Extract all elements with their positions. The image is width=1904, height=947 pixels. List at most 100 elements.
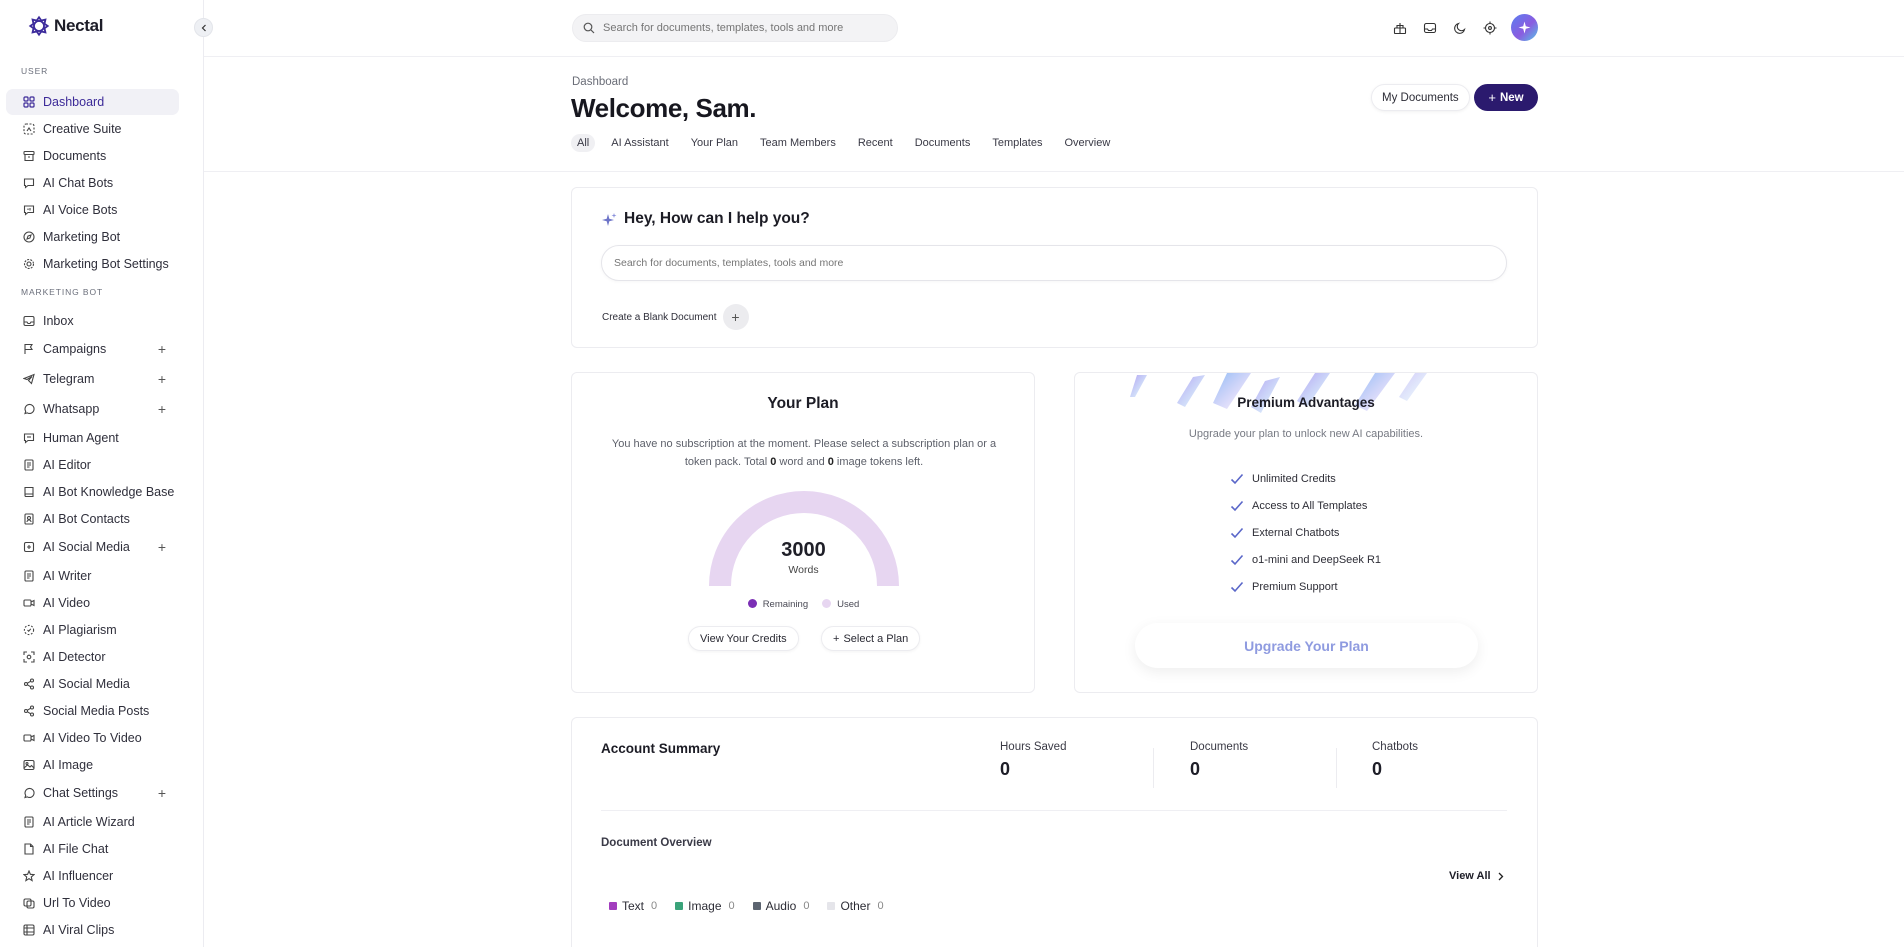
sidebar-item-ai-social-media-2[interactable]: AI Social Media [6, 671, 179, 697]
my-documents-button[interactable]: My Documents [1371, 84, 1470, 111]
view-credits-button[interactable]: View Your Credits [688, 626, 799, 651]
sidebar-item-ai-social-media[interactable]: AI Social Media + [6, 534, 179, 560]
account-divider [601, 810, 1507, 811]
breadcrumb[interactable]: Dashboard [572, 76, 628, 88]
document-icon [22, 570, 35, 583]
sidebar-item-label: AI Bot Knowledge Base [43, 485, 175, 499]
tab-all[interactable]: All [571, 134, 596, 152]
search-input[interactable] [603, 22, 883, 34]
list-item: Premium Support [1230, 573, 1381, 600]
sidebar-item-ai-bot-knowledge-base[interactable]: AI Bot Knowledge Base [6, 479, 179, 505]
sidebar-item-label: Marketing Bot [43, 230, 121, 244]
grid-icon [22, 96, 35, 109]
sidebar-item-ai-chat-bots[interactable]: AI Chat Bots [6, 170, 179, 196]
telegram-icon [22, 373, 35, 386]
sidebar-item-chat-settings[interactable]: Chat Settings + [6, 780, 179, 806]
tab-your-plan[interactable]: Your Plan [685, 134, 744, 152]
sidebar-item-ai-voice-bots[interactable]: AI Voice Bots [6, 197, 179, 223]
legend-other: Other 0 [827, 899, 884, 913]
app-name: Nectal [54, 16, 104, 35]
sidebar-item-ai-detector[interactable]: AI Detector [6, 644, 179, 670]
sidebar-item-ai-writer[interactable]: AI Writer [6, 563, 179, 589]
sidebar-item-human-agent[interactable]: Human Agent [6, 425, 179, 451]
sidebar-item-marketing-bot-settings[interactable]: Marketing Bot Settings [6, 251, 179, 277]
chevron-right-icon [1498, 872, 1503, 880]
mail-icon [1423, 22, 1436, 33]
file-chat-icon [22, 843, 35, 856]
affiliate-button[interactable] [1391, 19, 1408, 36]
sidebar-item-ai-bot-contacts[interactable]: AI Bot Contacts [6, 506, 179, 532]
sidebar-item-url-to-video[interactable]: Url To Video [6, 890, 179, 916]
inbox-button[interactable] [1421, 19, 1438, 36]
stat-value: 0 [1000, 759, 1011, 779]
sparkles-icon [602, 213, 617, 226]
tab-overview[interactable]: Overview [1058, 134, 1116, 152]
sparkle-icon [1518, 21, 1531, 34]
share-icon [22, 541, 35, 554]
focus-button[interactable] [1481, 19, 1498, 36]
sidebar-item-ai-image[interactable]: AI Image [6, 752, 179, 778]
stat-divider [1336, 748, 1337, 788]
upgrade-plan-button[interactable]: Upgrade Your Plan [1135, 623, 1478, 668]
sidebar-item-ai-plagiarism[interactable]: AI Plagiarism [6, 617, 179, 643]
filter-tabs: All AI Assistant Your Plan Team Members … [571, 134, 1126, 152]
sidebar-item-telegram[interactable]: Telegram + [6, 366, 179, 392]
tab-ai-assistant[interactable]: AI Assistant [605, 134, 674, 152]
share-icon [22, 678, 35, 691]
video-icon [22, 732, 35, 745]
select-plan-button[interactable]: + Select a Plan [821, 626, 921, 651]
dark-mode-toggle[interactable] [1451, 19, 1468, 36]
sidebar-item-ai-file-chat[interactable]: AI File Chat [6, 836, 179, 862]
legend-remaining: Remaining [747, 599, 808, 610]
sidebar-item-label: AI Article Wizard [43, 815, 135, 829]
sidebar-item-label: AI Viral Clips [43, 923, 115, 937]
sidebar-item-ai-influencer[interactable]: AI Influencer [6, 863, 179, 889]
tab-documents[interactable]: Documents [909, 134, 977, 152]
sidebar-item-ai-editor[interactable]: AI Editor [6, 452, 179, 478]
sidebar-item-social-media-posts[interactable]: Social Media Posts [6, 698, 179, 724]
premium-feature-list: Unlimited Credits Access to All Template… [1230, 465, 1381, 600]
expand-plus-icon[interactable]: + [158, 401, 166, 417]
tab-team-members[interactable]: Team Members [754, 134, 842, 152]
expand-plus-icon[interactable]: + [158, 371, 166, 387]
sidebar-item-dashboard[interactable]: Dashboard [6, 89, 179, 115]
collapse-sidebar-button[interactable] [194, 18, 213, 37]
check-icon [1230, 527, 1244, 538]
sidebar-item-ai-video[interactable]: AI Video [6, 590, 179, 616]
sidebar-item-label: AI Influencer [43, 869, 114, 883]
sidebar-item-documents[interactable]: Documents [6, 143, 179, 169]
new-button[interactable]: + New [1474, 84, 1538, 111]
sidebar: Nectal USER Dashboard Creative Suite Doc… [0, 0, 204, 947]
sidebar-item-label: Campaigns [43, 342, 107, 356]
app-logo[interactable]: Nectal [28, 15, 104, 37]
sidebar-item-label: AI Bot Contacts [43, 512, 130, 526]
tab-templates[interactable]: Templates [986, 134, 1048, 152]
sidebar-item-campaigns[interactable]: Campaigns + [6, 336, 179, 362]
sidebar-item-ai-video-to-video[interactable]: AI Video To Video [6, 725, 179, 751]
user-avatar[interactable] [1511, 14, 1538, 41]
tab-recent[interactable]: Recent [852, 134, 899, 152]
global-search[interactable] [572, 14, 898, 42]
expand-plus-icon[interactable]: + [158, 341, 166, 357]
contacts-icon [22, 513, 35, 526]
gauge-legend: Remaining Used [572, 599, 1034, 610]
legend-text: Text 0 [609, 899, 657, 913]
sidebar-item-whatsapp[interactable]: Whatsapp + [6, 396, 179, 422]
check-icon [1230, 500, 1244, 511]
sidebar-item-ai-viral-clips[interactable]: AI Viral Clips [6, 917, 179, 943]
expand-plus-icon[interactable]: + [158, 785, 166, 801]
sidebar-item-creative-suite[interactable]: Creative Suite [6, 116, 179, 142]
expand-plus-icon[interactable]: + [158, 539, 166, 555]
sidebar-item-label: AI Editor [43, 458, 91, 472]
document-icon [22, 816, 35, 829]
whatsapp-icon [22, 403, 35, 416]
scan-icon [22, 651, 35, 664]
sidebar-item-marketing-bot[interactable]: Marketing Bot [6, 224, 179, 250]
sidebar-item-inbox[interactable]: Inbox [6, 308, 179, 334]
page-title: Welcome, Sam. [571, 93, 757, 123]
sidebar-item-ai-article-wizard[interactable]: AI Article Wizard [6, 809, 179, 835]
sidebar-item-label: AI Writer [43, 569, 92, 583]
create-blank-document-button[interactable]: Create a Blank Document + [602, 304, 749, 330]
view-all-link[interactable]: View All [1449, 870, 1504, 882]
assistant-search-input[interactable] [601, 245, 1507, 281]
